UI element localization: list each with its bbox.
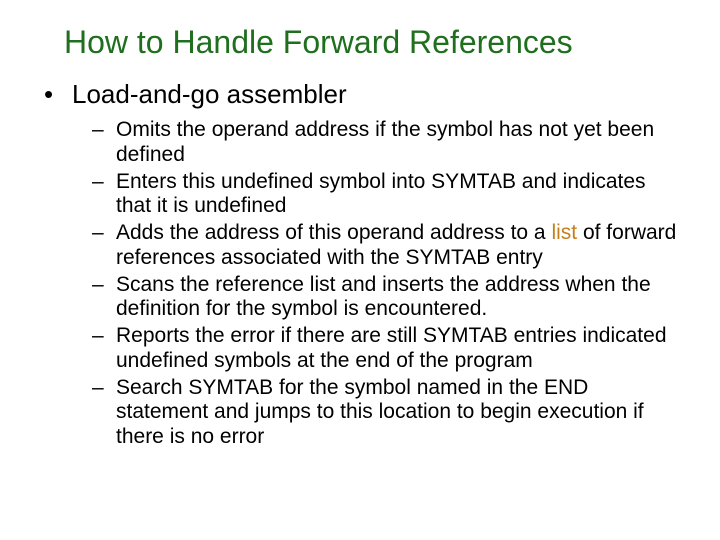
dash-icon: – [92, 273, 116, 298]
list-item: – Search SYMTAB for the symbol named in … [92, 376, 680, 450]
list-item: – Scans the reference list and inserts t… [92, 273, 680, 323]
list-item: – Omits the operand address if the symbo… [92, 118, 680, 168]
list-item-text: Search SYMTAB for the symbol named in th… [116, 376, 680, 450]
sublist: – Omits the operand address if the symbo… [92, 118, 680, 450]
list-item-text: Omits the operand address if the symbol … [116, 118, 680, 168]
slide-title: How to Handle Forward References [64, 24, 680, 61]
slide: How to Handle Forward References • Load-… [0, 0, 720, 540]
list-item-text: Scans the reference list and inserts the… [116, 273, 680, 323]
list-item-text: Enters this undefined symbol into SYMTAB… [116, 170, 680, 220]
bullet-level1: • Load-and-go assembler [40, 79, 680, 110]
list-item-text-pre: Adds the address of this operand address… [116, 221, 551, 244]
list-item-text: Adds the address of this operand address… [116, 221, 680, 271]
dash-icon: – [92, 376, 116, 401]
highlighted-word: list [551, 221, 577, 244]
dash-icon: – [92, 170, 116, 195]
bullet-dot-icon: • [40, 79, 72, 110]
list-item-text: Reports the error if there are still SYM… [116, 324, 680, 374]
dash-icon: – [92, 118, 116, 143]
bullet-level1-text: Load-and-go assembler [72, 79, 347, 110]
list-item: – Reports the error if there are still S… [92, 324, 680, 374]
dash-icon: – [92, 324, 116, 349]
list-item: – Adds the address of this operand addre… [92, 221, 680, 271]
dash-icon: – [92, 221, 116, 246]
list-item: – Enters this undefined symbol into SYMT… [92, 170, 680, 220]
